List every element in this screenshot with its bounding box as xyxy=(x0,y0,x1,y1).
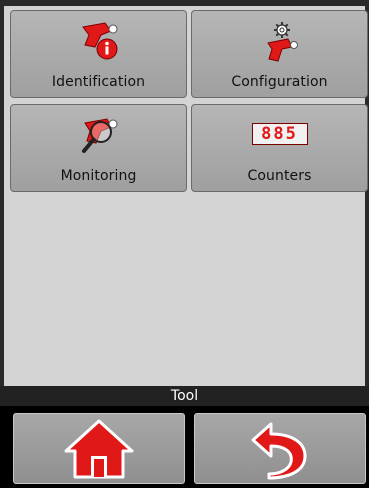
monitoring-icon xyxy=(81,118,117,153)
counter-display: 885 xyxy=(251,123,308,145)
monitoring-label: Monitoring xyxy=(60,168,137,184)
identification-tile[interactable]: Identification xyxy=(10,10,187,98)
tool-screen: Identification Configuration Monitoring … xyxy=(0,0,369,488)
home-button[interactable] xyxy=(11,411,187,486)
configuration-label: Configuration xyxy=(231,74,328,90)
status-bar-title: Tool xyxy=(0,386,369,406)
counters-tile[interactable]: 885 Counters xyxy=(191,104,368,192)
back-button[interactable] xyxy=(192,411,368,486)
counters-label: Counters xyxy=(247,168,312,184)
configuration-icon xyxy=(266,22,298,62)
back-arrow-icon xyxy=(251,422,307,479)
identification-icon xyxy=(81,22,117,60)
counters-icon: 885 xyxy=(251,123,308,147)
home-icon xyxy=(64,419,134,478)
identification-label: Identification xyxy=(51,74,146,90)
monitoring-tile[interactable]: Monitoring xyxy=(10,104,187,192)
top-frame xyxy=(0,0,369,6)
configuration-tile[interactable]: Configuration xyxy=(191,10,368,98)
